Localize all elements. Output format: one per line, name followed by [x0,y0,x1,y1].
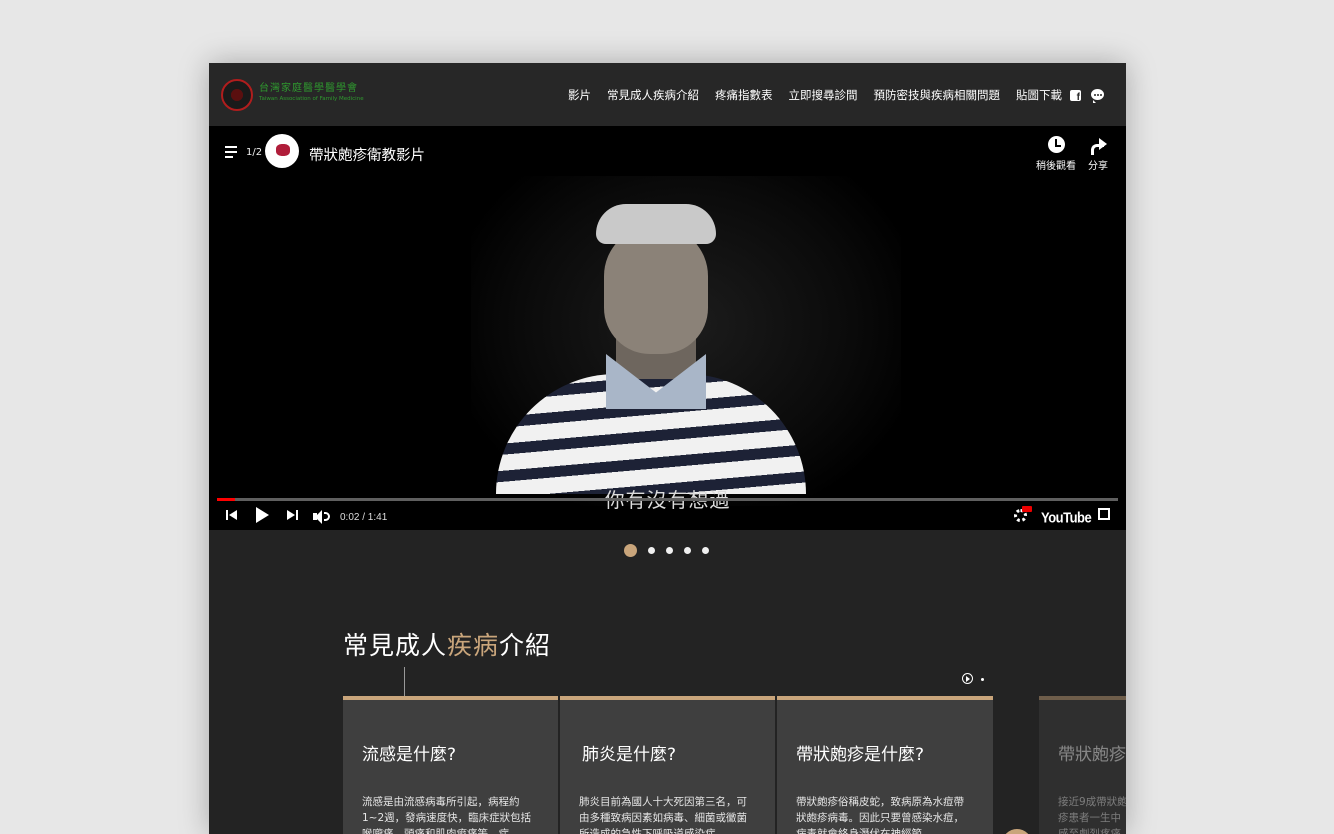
nav-item-common-diseases[interactable]: 常見成人疾病介紹 [607,87,699,103]
browser-viewport: 台灣家庭醫學醫學會 Taiwan Association of Family M… [209,63,1126,834]
share-icon [1089,136,1107,155]
carousel-dot[interactable] [624,544,637,557]
volume-icon[interactable] [313,509,331,525]
top-navbar: 台灣家庭醫學醫學會 Taiwan Association of Family M… [209,63,1126,126]
playback-time: 0:02 / 1:41 [340,512,388,523]
hd-badge-icon [1022,506,1032,512]
section-title: 常見成人疾病介紹 [343,626,551,662]
facebook-icon[interactable] [1070,90,1081,103]
disease-card-next-partial[interactable]: 帶狀皰疹 接近9成帶狀皰疹患者一生中感至劇烈疼痛並且可能持續數月 [1039,696,1126,834]
disease-card-shingles[interactable]: 帶狀皰疹是什麼? 帶狀皰疹俗稱皮蛇，致病原為水痘帶狀皰疹病毒。因此只要曾感染水痘… [777,696,993,834]
nav-item-videos[interactable]: 影片 [568,87,591,103]
video-progress-fill [217,498,236,501]
disease-card-pneumonia[interactable]: 肺炎是什麼? 肺炎目前為國人十大死因第三名，可由多種致病因素如病毒、細菌或黴菌所… [560,696,775,834]
card-body: 接近9成帶狀皰疹患者一生中感至劇烈疼痛並且可能持續數月 [1058,796,1126,834]
watch-later-button[interactable]: 稍後觀看 [1036,136,1076,172]
pager-dot[interactable] [981,678,984,681]
card-body: 肺炎目前為國人十大死因第三名，可由多種致病因素如病毒、細菌或黴菌所造成的急性下呼… [579,796,747,834]
nav-menu: 影片 常見成人疾病介紹 疼痛指數表 立即搜尋診間 預防密技與疾病相關問題 貼圖下… [568,87,1062,103]
section-title-prefix: 常見成人 [343,631,448,660]
youtube-player[interactable]: 1/2 帶狀皰疹衛教影片 稍後觀看 分享 你有沒有想過 0:02 / 1:41 … [209,126,1126,530]
card-body: 帶狀皰疹俗稱皮蛇，致病原為水痘帶狀皰疹病毒。因此只要曾感染水痘，病毒就會終身潛伏… [796,796,964,834]
previous-icon[interactable] [226,509,238,521]
video-frame-elderly-man [496,204,806,494]
playlist-icon[interactable] [225,144,241,160]
carousel-dot[interactable] [684,547,691,554]
player-controls: 0:02 / 1:41 YouTube [209,504,1126,530]
autoplay-icon[interactable] [962,673,973,684]
nav-item-prevention-faq[interactable]: 預防密技與疾病相關問題 [874,87,1001,103]
section-title-suffix: 介紹 [499,631,552,660]
nav-item-find-clinic[interactable]: 立即搜尋診間 [789,87,858,103]
nav-item-pain-scale[interactable]: 疼痛指數表 [715,87,773,103]
disease-card-flu[interactable]: 流感是什麼? 流感是由流感病毒所引起，病程約1~2週，發病速度快，臨床症狀包括喉… [343,696,558,834]
share-label: 分享 [1088,161,1108,172]
carousel-dot[interactable] [702,547,709,554]
next-icon[interactable] [287,509,299,521]
card-title: 帶狀皰疹是什麼? [796,745,925,765]
carousel-dots [624,544,709,557]
youtube-logo[interactable]: YouTube [1041,509,1092,526]
brand-subtitle: Taiwan Association of Family Medicine [259,96,364,102]
channel-avatar[interactable] [265,134,299,168]
brand-name: 台灣家庭醫學醫學會 [259,83,358,94]
card-title: 肺炎是什麼? [582,745,677,765]
brand-text: 台灣家庭醫學醫學會 Taiwan Association of Family M… [259,83,364,103]
section-title-accent: 疾病 [447,631,500,660]
watch-later-label: 稍後觀看 [1036,161,1076,172]
carousel-next-button[interactable] [1002,829,1032,834]
video-progress-bar[interactable] [217,498,1118,501]
play-icon[interactable] [256,507,269,523]
share-button[interactable]: 分享 [1088,136,1108,172]
line-chat-icon[interactable] [1091,89,1104,103]
video-title[interactable]: 帶狀皰疹衛教影片 [309,144,425,165]
carousel-dot[interactable] [648,547,655,554]
playlist-count: 1/2 [246,147,263,158]
fullscreen-icon[interactable] [1098,508,1110,520]
clock-icon [1047,136,1065,153]
card-title: 流感是什麼? [362,745,457,765]
carousel-dot[interactable] [666,547,673,554]
nav-item-sticker-download[interactable]: 貼圖下載 [1016,87,1062,103]
card-body: 流感是由流感病毒所引起，病程約1~2週，發病速度快，臨床症狀包括喉嚨痛、頭痛和肌… [362,796,532,834]
card-title: 帶狀皰疹 [1058,745,1126,765]
association-logo[interactable] [221,79,253,111]
